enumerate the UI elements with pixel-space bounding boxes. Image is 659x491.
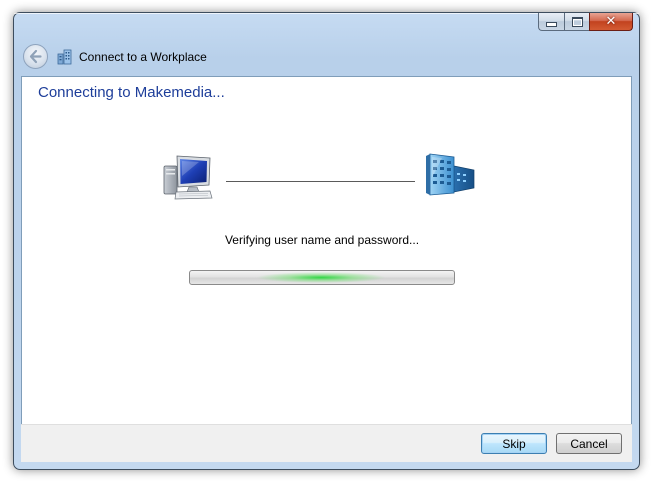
caption-buttons: ✕: [538, 13, 633, 32]
progress-bar: [189, 270, 455, 285]
skip-button[interactable]: Skip: [481, 433, 547, 454]
maximize-button[interactable]: [564, 13, 589, 31]
minimize-button[interactable]: [538, 13, 564, 31]
close-button[interactable]: ✕: [589, 13, 633, 31]
back-button[interactable]: [23, 44, 48, 69]
maximize-icon: [571, 16, 583, 27]
computer-icon: [163, 155, 213, 200]
progress-marquee: [256, 272, 386, 283]
cancel-button[interactable]: Cancel: [556, 433, 622, 454]
status-message: Verifying user name and password...: [224, 233, 420, 247]
content-pane: [21, 76, 632, 462]
connection-line: [226, 181, 415, 182]
server-icon: [426, 153, 475, 196]
wizard-title: Connect to a Workplace: [79, 50, 207, 64]
workplace-network-icon: [57, 49, 72, 65]
back-arrow-icon: [29, 49, 42, 64]
minimize-icon: [546, 22, 557, 27]
close-icon: ✕: [605, 13, 617, 29]
page-heading: Connecting to Makemedia...: [38, 84, 225, 101]
